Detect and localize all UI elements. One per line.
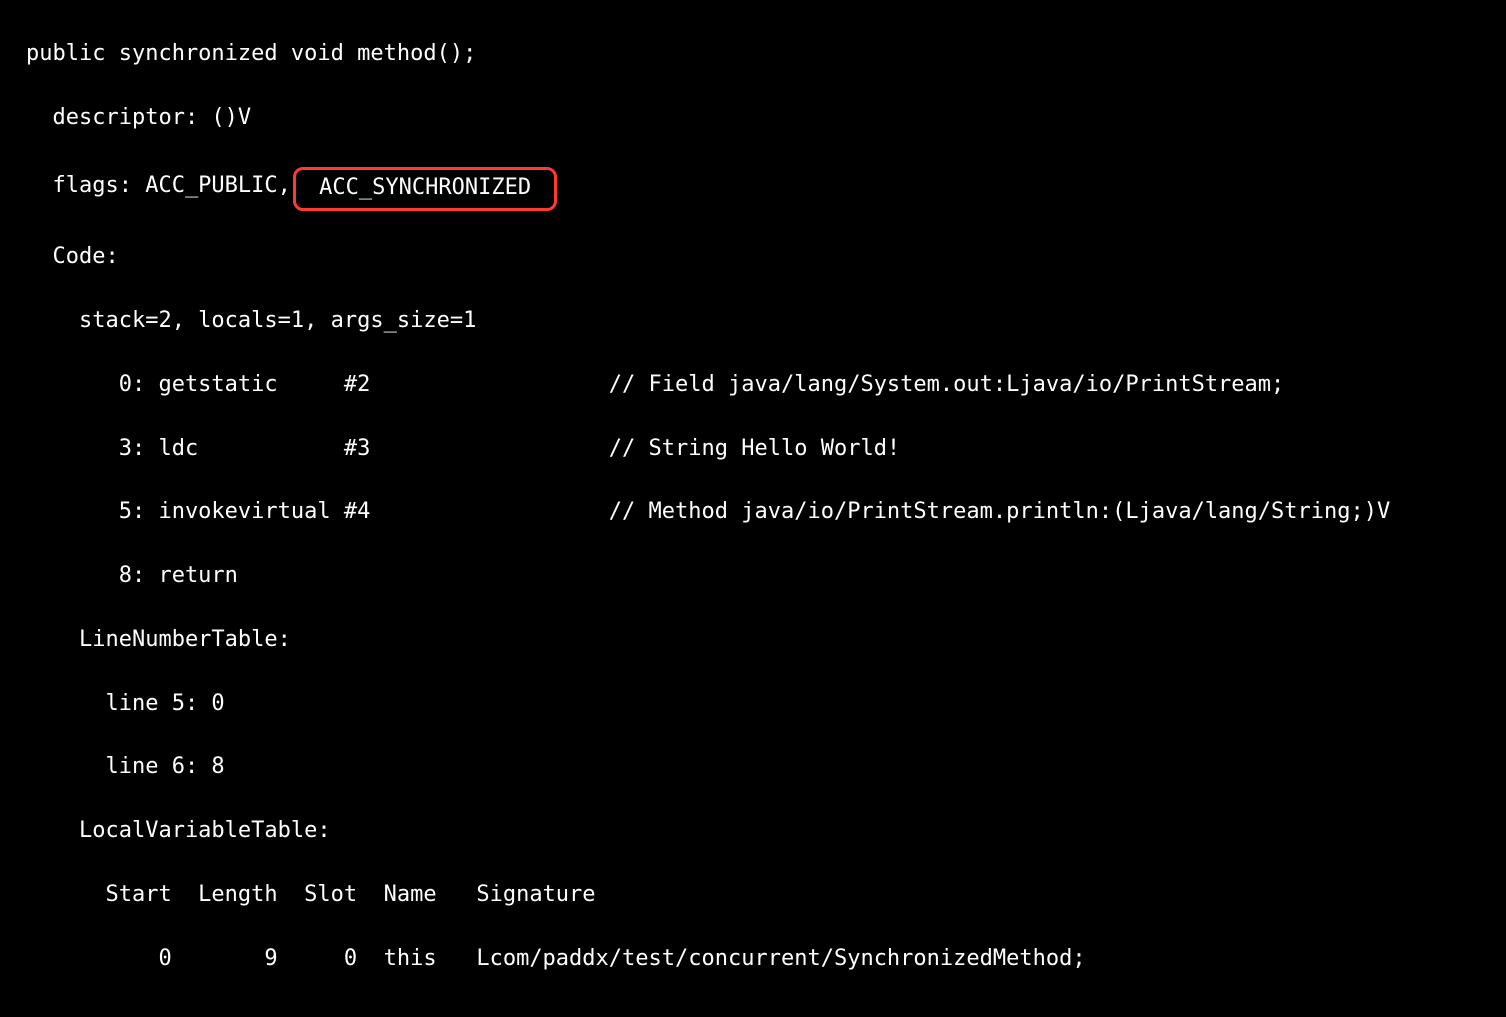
code-line: 0 9 0 this Lcom/paddx/test/concurrent/Sy… bbox=[26, 943, 1506, 975]
code-line: line 6: 8 bbox=[26, 751, 1506, 783]
code-line: LineNumberTable: bbox=[26, 624, 1506, 656]
code-line: stack=2, locals=1, args_size=1 bbox=[26, 305, 1506, 337]
flags-prefix: flags: ACC_PUBLIC, bbox=[26, 173, 291, 198]
acc-synchronized-highlight: ACC_SYNCHRONIZED bbox=[293, 167, 557, 211]
code-line: public synchronized void method(); bbox=[26, 38, 1506, 70]
code-line: 5: invokevirtual #4 // Method java/io/Pr… bbox=[26, 496, 1506, 528]
code-line: Start Length Slot Name Signature bbox=[26, 879, 1506, 911]
code-line: line 5: 0 bbox=[26, 688, 1506, 720]
code-line: LocalVariableTable: bbox=[26, 815, 1506, 847]
code-line: 3: ldc #3 // String Hello World! bbox=[26, 433, 1506, 465]
code-line: 0: getstatic #2 // Field java/lang/Syste… bbox=[26, 369, 1506, 401]
code-line: descriptor: ()V bbox=[26, 102, 1506, 134]
code-line: Code: bbox=[26, 241, 1506, 273]
bytecode-output: public synchronized void method(); descr… bbox=[0, 0, 1506, 1017]
code-line: 8: return bbox=[26, 560, 1506, 592]
code-line-flags: flags: ACC_PUBLIC, ACC_SYNCHRONIZED bbox=[26, 165, 1506, 209]
